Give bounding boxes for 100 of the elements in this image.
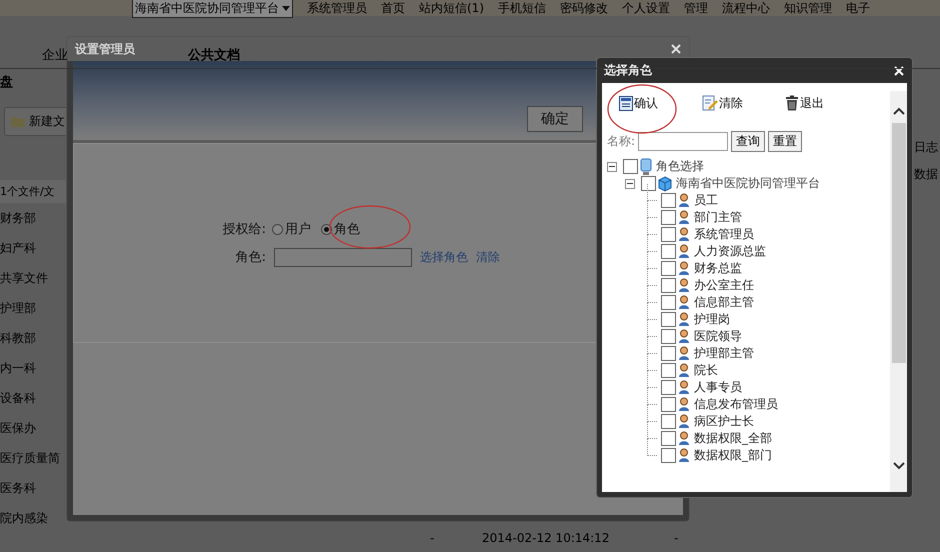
folder-item[interactable]: 护理部 xyxy=(0,293,36,323)
tree-item-label[interactable]: 系统管理员 xyxy=(694,226,754,243)
folder-item[interactable]: 内一科 xyxy=(0,353,36,383)
nav-link[interactable]: 密码修改 xyxy=(560,0,608,16)
checkbox[interactable] xyxy=(661,380,676,395)
confirm-button[interactable]: 确定 xyxy=(527,106,583,132)
trash-icon xyxy=(785,95,799,111)
scrollbar-thumb[interactable] xyxy=(892,123,906,363)
scroll-up-icon[interactable] xyxy=(892,107,904,115)
collapse-icon[interactable] xyxy=(625,178,635,188)
tree-item-label[interactable]: 海南省中医院协同管理平台 xyxy=(676,175,820,192)
radio-option[interactable]: 角色 xyxy=(321,220,360,238)
tree-item-label[interactable]: 护理岗 xyxy=(694,311,730,328)
nav-link[interactable]: 系统管理员 xyxy=(307,0,367,16)
scroll-down-icon[interactable] xyxy=(892,462,904,470)
folder-item[interactable]: 妇产科 xyxy=(0,233,36,263)
tree-item-label[interactable]: 医院领导 xyxy=(694,328,742,345)
panel-title: 盘 xyxy=(0,74,13,91)
table-cell: 2014-02-12 10:14:12 xyxy=(482,531,610,545)
search-button[interactable]: 查询 xyxy=(731,131,766,152)
table-cell: - xyxy=(674,531,678,545)
new-button[interactable]: 新建文 xyxy=(4,107,68,136)
reset-button[interactable]: 重置 xyxy=(768,131,802,152)
user-icon xyxy=(678,346,690,361)
checkbox[interactable] xyxy=(661,346,676,361)
folder-item[interactable]: 院内感染 xyxy=(0,503,48,533)
user-icon xyxy=(678,363,690,378)
checkbox[interactable] xyxy=(661,261,676,276)
user-icon xyxy=(678,193,690,208)
save-icon xyxy=(619,96,633,110)
tree-item-label[interactable]: 数据权限_部门 xyxy=(694,447,772,464)
field-label: 名称: xyxy=(607,133,636,150)
tree-item-label[interactable]: 财务总监 xyxy=(694,260,742,277)
checkbox[interactable] xyxy=(661,193,676,208)
file-count-text: 1个文件/文 xyxy=(0,180,66,203)
tree-item-label[interactable]: 数据权限_全部 xyxy=(694,430,772,447)
tree-item-label[interactable]: 信息部主管 xyxy=(694,294,754,311)
field-label: 角色: xyxy=(234,249,266,266)
nav-link[interactable]: 手机短信 xyxy=(498,0,546,16)
radio-option[interactable]: 用户 xyxy=(272,220,311,238)
user-icon xyxy=(678,431,690,446)
user-icon xyxy=(678,329,690,344)
folder-item[interactable]: 共享文件 xyxy=(0,263,48,293)
tree-item-label[interactable]: 信息发布管理员 xyxy=(694,396,778,413)
folder-item[interactable]: 医务科 xyxy=(0,473,36,503)
tree-item-label[interactable]: 部门主管 xyxy=(694,209,742,226)
name-input[interactable] xyxy=(638,132,728,151)
role-input[interactable] xyxy=(274,248,412,266)
tree-item-label[interactable]: 员工 xyxy=(694,192,718,209)
tree-item-label[interactable]: 护理部主管 xyxy=(694,345,754,362)
folder-item[interactable]: 科教部 xyxy=(0,323,36,353)
toolbar-button[interactable]: 确认 xyxy=(619,94,658,112)
scrollbar[interactable] xyxy=(890,91,907,492)
nav-link[interactable]: 电子 xyxy=(846,0,870,16)
collapse-icon[interactable] xyxy=(607,162,617,172)
checkbox[interactable] xyxy=(661,295,676,310)
nav-link[interactable]: 流程中心 xyxy=(722,0,770,16)
checkbox[interactable] xyxy=(661,227,676,242)
checkbox[interactable] xyxy=(661,312,676,327)
tree-item-label[interactable]: 院长 xyxy=(694,362,718,379)
checkbox[interactable] xyxy=(661,448,676,463)
organization-select[interactable]: 海南省中医院协同管理平台 xyxy=(132,0,293,18)
checkbox[interactable] xyxy=(661,210,676,225)
checkbox[interactable] xyxy=(661,329,676,344)
computer-icon xyxy=(640,158,652,176)
checkbox[interactable] xyxy=(661,414,676,429)
document-edit-icon xyxy=(702,95,718,111)
nav-link[interactable]: 个人设置 xyxy=(622,0,670,16)
tree-item-label[interactable]: 角色选择 xyxy=(656,158,704,175)
tree-item-label[interactable]: 办公室主任 xyxy=(694,277,754,294)
tree-item-label[interactable]: 病区护士长 xyxy=(694,413,754,430)
folder-item[interactable]: 设备科 xyxy=(0,383,36,413)
toolbar-button[interactable]: 清除 xyxy=(702,94,743,112)
folder-item[interactable]: 医保办 xyxy=(0,413,36,443)
checkbox[interactable] xyxy=(661,431,676,446)
toolbar-button[interactable]: 退出 xyxy=(785,94,824,112)
nav-link[interactable]: 知识管理 xyxy=(784,0,832,16)
tab[interactable]: 企业 xyxy=(38,42,72,68)
tree-item-label[interactable]: 人事专员 xyxy=(694,379,742,396)
radio-icon[interactable] xyxy=(321,224,332,234)
checkbox[interactable] xyxy=(623,159,638,174)
column-text: 数据 xyxy=(914,166,939,183)
nav-link[interactable]: 管理 xyxy=(684,0,708,16)
folder-item[interactable]: 医疗质量简 xyxy=(0,443,60,473)
user-icon xyxy=(678,278,690,293)
checkbox[interactable] xyxy=(641,176,656,191)
tab[interactable]: 公共文档 xyxy=(184,42,244,68)
checkbox[interactable] xyxy=(661,278,676,293)
user-icon xyxy=(678,295,690,310)
clear-link[interactable]: 清除 xyxy=(476,248,500,266)
radio-icon[interactable] xyxy=(272,224,283,234)
folder-item[interactable]: 财务部 xyxy=(0,203,36,233)
tree-item-label[interactable]: 人力资源总监 xyxy=(694,243,766,260)
checkbox[interactable] xyxy=(661,397,676,412)
nav-link[interactable]: 站内短信(1) xyxy=(419,0,484,16)
checkbox[interactable] xyxy=(661,363,676,378)
table-cell: - xyxy=(430,531,434,545)
select-role-link[interactable]: 选择角色 xyxy=(420,248,468,266)
checkbox[interactable] xyxy=(661,244,676,259)
nav-link[interactable]: 首页 xyxy=(381,0,405,16)
